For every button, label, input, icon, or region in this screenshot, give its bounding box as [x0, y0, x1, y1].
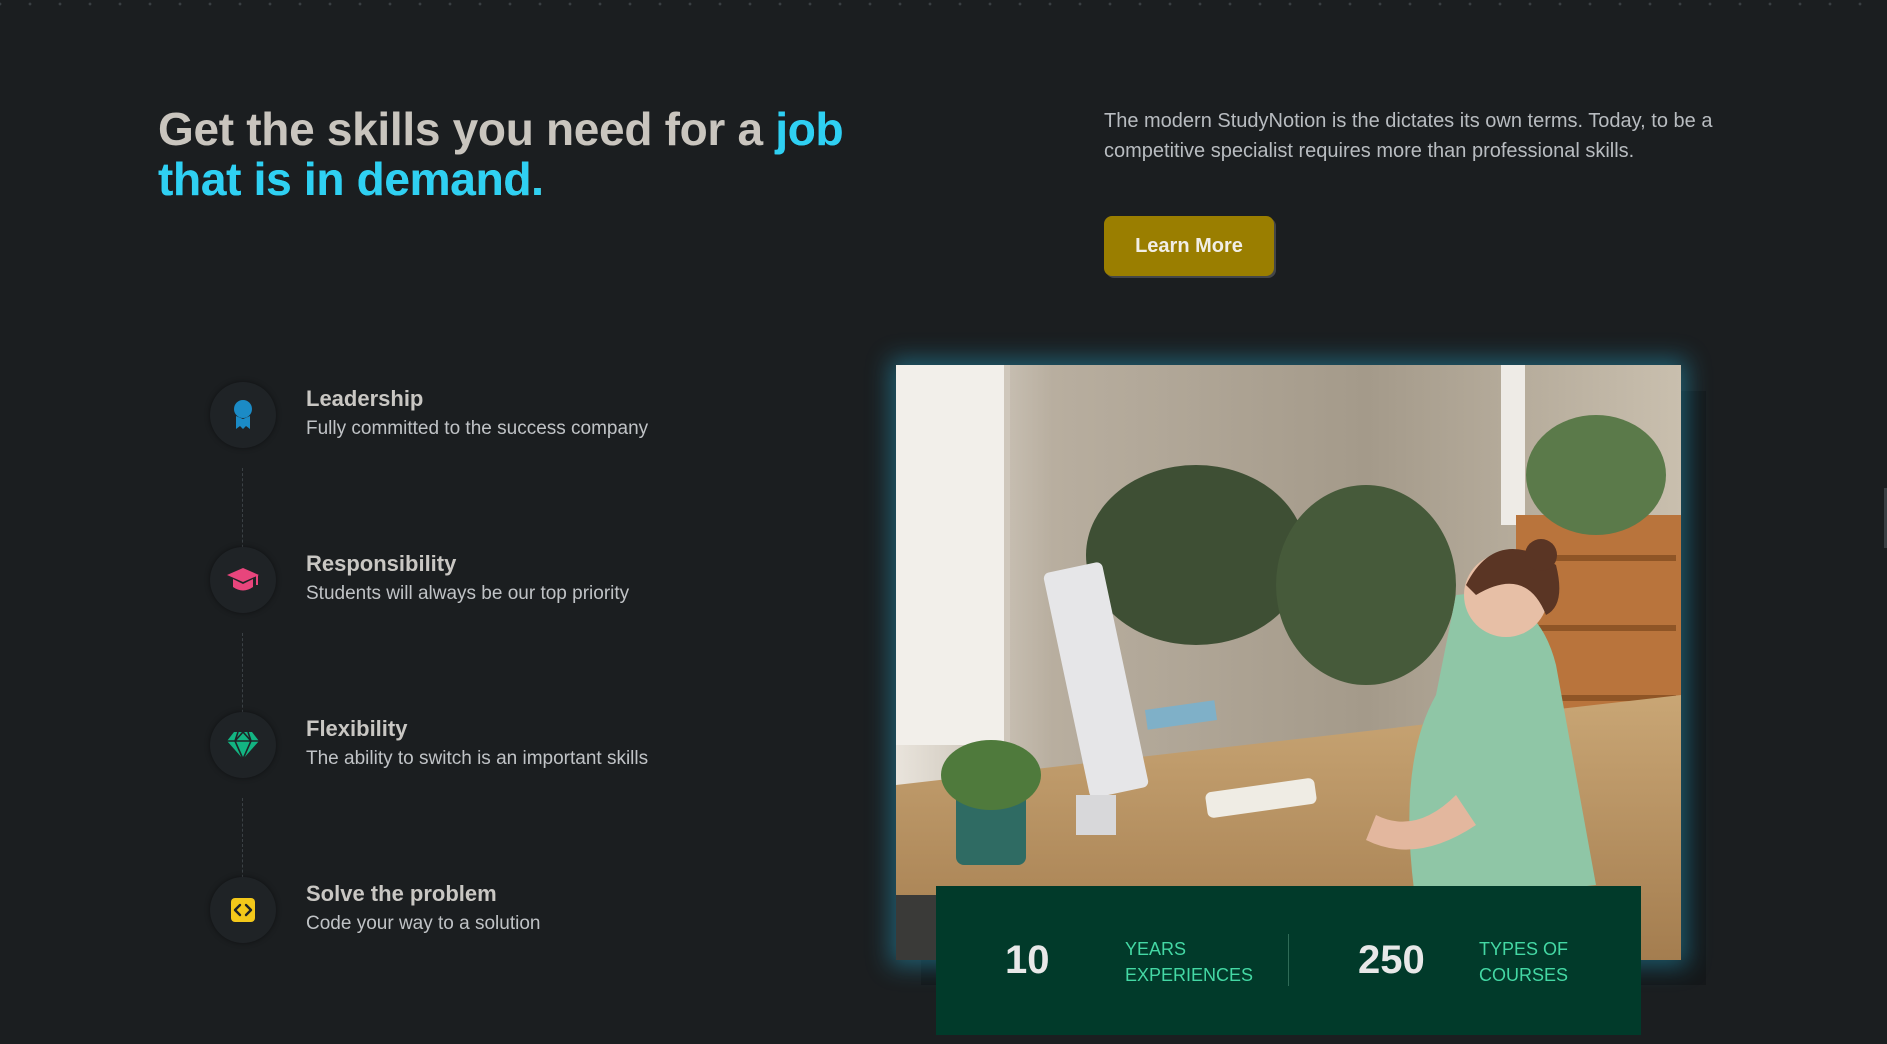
timeline-item-leadership: Leadership Fully committed to the succes…	[210, 382, 810, 454]
stats-panel: 10 Years Experiences 250 Types of Course…	[936, 886, 1641, 1035]
section-heading: Get the skills you need for a job that i…	[158, 104, 878, 204]
stat-value-courses: 250	[1358, 938, 1425, 982]
award-badge-icon	[210, 382, 276, 448]
stat-label-courses: Types of Courses	[1479, 939, 1569, 985]
student-at-desk-image	[896, 365, 1681, 960]
timeline-item-description: The ability to switch is an important sk…	[306, 748, 649, 769]
timeline-connector	[242, 798, 243, 888]
stat-value-years: 10	[1005, 938, 1050, 982]
timeline-item-description: Code your way to a solution	[306, 913, 541, 934]
timeline-item-title: Solve the problem	[306, 881, 497, 906]
timeline-item-solve-the-problem: Solve the problem Code your way to a sol…	[210, 877, 810, 949]
top-dot-pattern	[0, 0, 1887, 8]
intro-paragraph: The modern StudyNotion is the dictates i…	[1104, 110, 1713, 162]
timeline-item-flexibility: Flexibility The ability to switch is an …	[210, 712, 810, 784]
code-icon	[210, 877, 276, 943]
timeline-item-title: Leadership	[306, 386, 424, 411]
timeline-connector	[242, 633, 243, 723]
timeline-connector	[242, 468, 243, 558]
timeline-item-title: Responsibility	[306, 551, 457, 576]
timeline-item-description: Students will always be our top priority	[306, 583, 630, 604]
stats-divider	[1288, 934, 1289, 986]
learn-more-button[interactable]: Learn More	[1104, 216, 1274, 276]
graduation-cap-icon	[210, 547, 276, 613]
diamond-icon	[210, 712, 276, 778]
stat-label-years: Years Experiences	[1125, 939, 1254, 985]
timeline-item-description: Fully committed to the success company	[306, 418, 649, 439]
timeline-item-title: Flexibility	[306, 716, 408, 741]
timeline-item-responsibility: Responsibility Students will always be o…	[210, 547, 810, 619]
heading-plain-text: Get the skills you need for a	[158, 103, 776, 155]
values-timeline: Leadership Fully committed to the succes…	[210, 382, 810, 962]
